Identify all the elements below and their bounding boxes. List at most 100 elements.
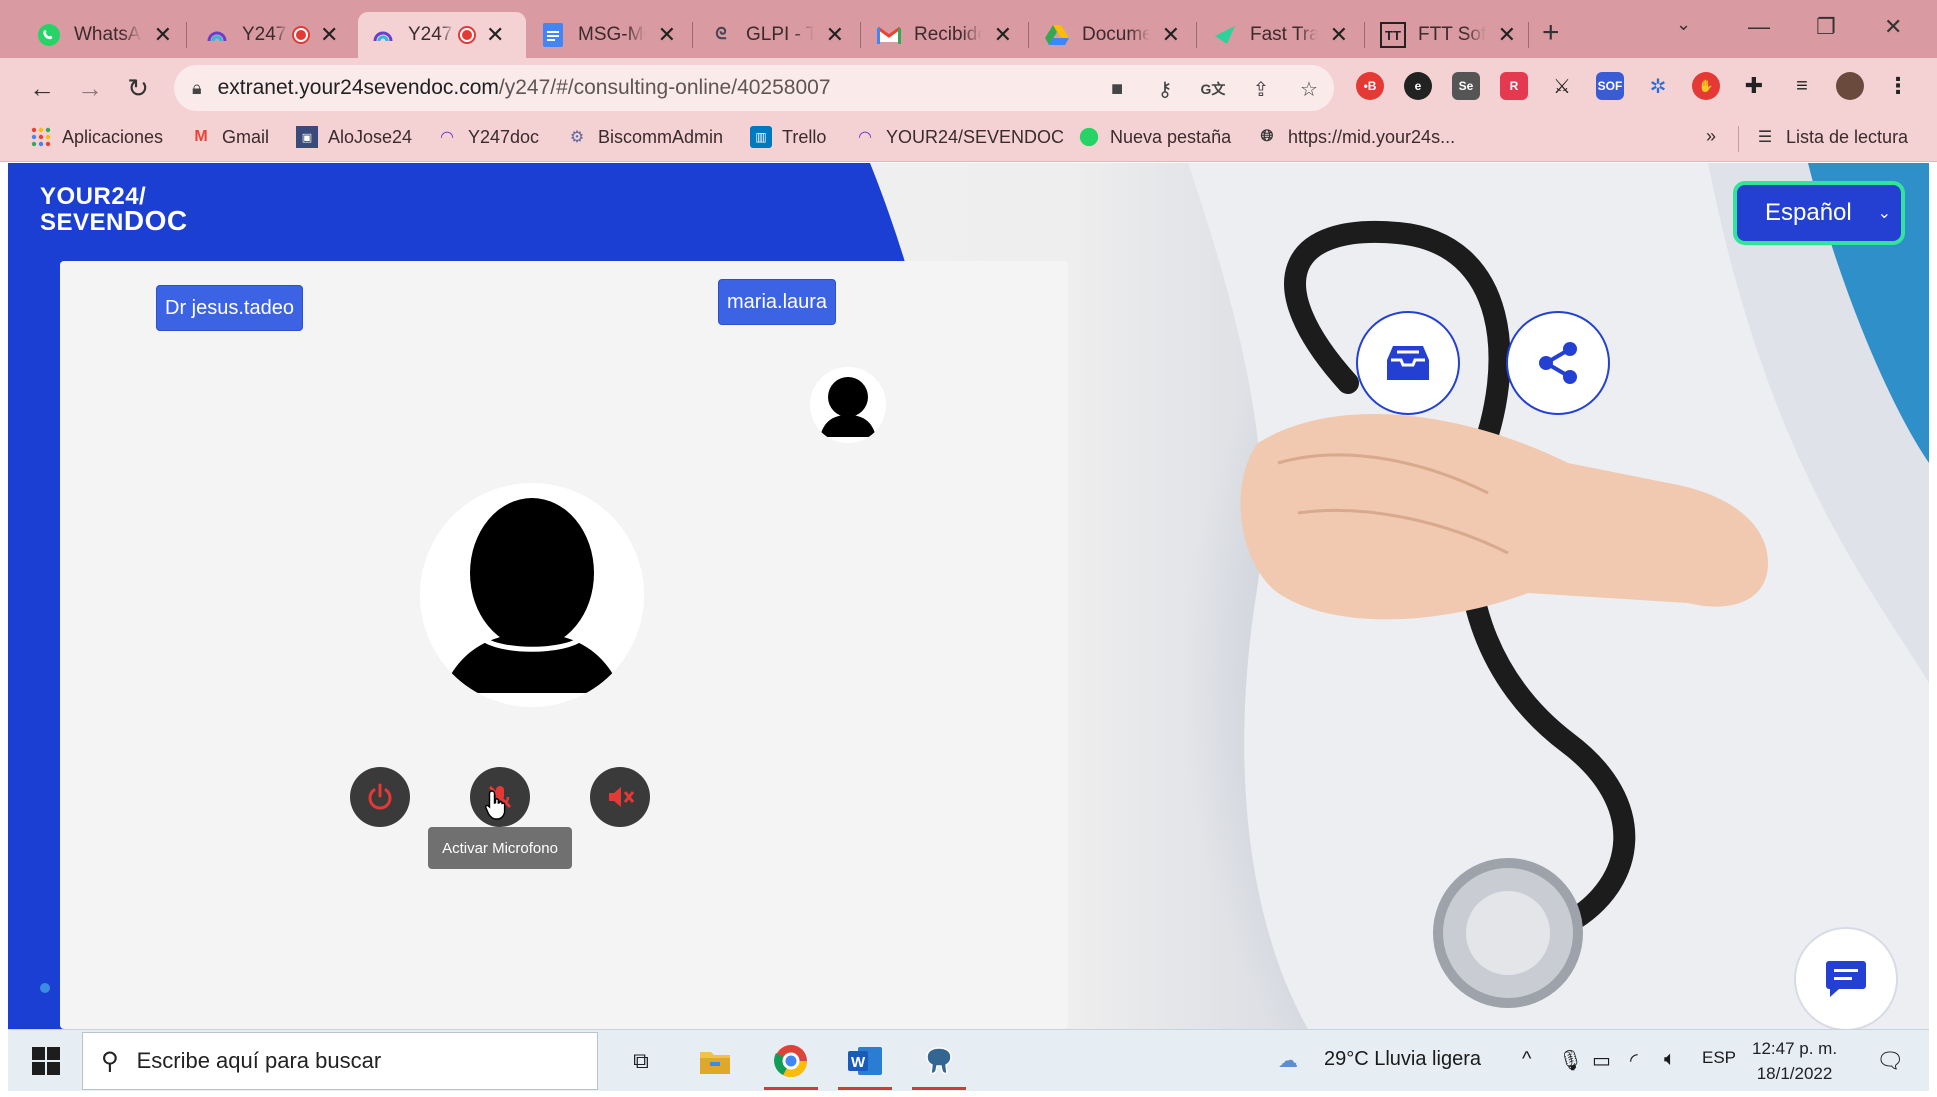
extension-icon[interactable]: e: [1404, 72, 1432, 100]
close-tab-icon[interactable]: ✕: [658, 22, 676, 48]
extension-icon[interactable]: •B: [1356, 72, 1384, 100]
reload-button[interactable]: ↻: [120, 70, 156, 106]
language-select[interactable]: Español ⌄: [1733, 181, 1905, 245]
patient-avatar: [810, 367, 886, 443]
share-icon[interactable]: ⇪: [1248, 76, 1274, 102]
bookmark-label: AloJose24: [328, 126, 413, 147]
end-call-button[interactable]: [350, 767, 410, 827]
weather-text[interactable]: 29°C Lluvia ligera: [1324, 1048, 1481, 1071]
tab-drive[interactable]: Documen ✕: [1032, 12, 1192, 58]
tab-glpi[interactable]: ᘓ GLPI - Ti ✕: [696, 12, 856, 58]
bookmark-y247doc[interactable]: ◠ Y247doc: [436, 126, 539, 148]
close-tab-icon[interactable]: ✕: [1498, 22, 1516, 48]
selenium-extension-icon[interactable]: Se: [1452, 72, 1480, 100]
show-hidden-icons-chevron-icon[interactable]: ^: [1522, 1048, 1531, 1071]
bookmark-nueva-pestana[interactable]: Nueva pestaña: [1078, 126, 1231, 148]
bookmark-biscommadmin[interactable]: ⚙ BiscommAdmin: [566, 126, 723, 148]
chrome-taskbar-icon[interactable]: [760, 1036, 822, 1090]
bookmark-trello[interactable]: ▥ Trello: [750, 126, 826, 148]
minimize-button[interactable]: —: [1748, 14, 1770, 40]
postgres-taskbar-icon[interactable]: [908, 1036, 970, 1090]
close-tab-icon[interactable]: ✕: [994, 22, 1012, 48]
volume-icon[interactable]: 🔈︎: [1664, 1048, 1676, 1071]
address-bar[interactable]: 🔒︎ extranet.your24sevendoc.com/y247/#/co…: [174, 65, 1334, 111]
tab-title: GLPI - Ti: [746, 24, 814, 45]
hand-cursor-icon: [484, 790, 506, 820]
notifications-icon[interactable]: 🗨︎: [1876, 1048, 1904, 1074]
tab-ftt[interactable]: TT FTT Softw ✕: [1368, 12, 1528, 58]
media-control-icon[interactable]: ≡: [1788, 72, 1816, 100]
your24sevendoc-logo[interactable]: YOUR24/ SEVENDOC: [40, 185, 188, 235]
bookmark-star-icon[interactable]: ☆: [1296, 76, 1322, 102]
docs-icon: [540, 22, 566, 48]
logo-line-2: SEVEN: [40, 209, 124, 236]
tab-gmail[interactable]: Recibido ✕: [864, 12, 1024, 58]
wifi-icon[interactable]: ◜: [1630, 1048, 1638, 1073]
close-tab-icon[interactable]: ✕: [1330, 22, 1348, 48]
tab-whatsapp[interactable]: WhatsApp ✕: [24, 12, 184, 58]
new-tab-button[interactable]: +: [1542, 16, 1560, 50]
bookmark-apps[interactable]: Aplicaciones: [30, 126, 163, 148]
tab-msg[interactable]: MSG-Me ✕: [528, 12, 688, 58]
bookmark-your24sevendoc[interactable]: ◠ YOUR24/SEVENDOC: [854, 126, 1064, 148]
y247-icon: ◠: [858, 129, 872, 146]
extensions-puzzle-icon[interactable]: ✚: [1740, 72, 1768, 100]
close-window-button[interactable]: ✕: [1884, 14, 1902, 40]
adblock-icon[interactable]: ✋: [1692, 72, 1720, 100]
extension-icon[interactable]: R: [1500, 72, 1528, 100]
extension-icon[interactable]: ✲: [1644, 72, 1672, 100]
close-tab-icon[interactable]: ✕: [486, 22, 504, 48]
bookmark-gmail[interactable]: M Gmail: [190, 126, 269, 148]
back-button[interactable]: ←: [24, 70, 60, 106]
word-taskbar-icon[interactable]: W: [834, 1036, 896, 1090]
bookmark-label: Trello: [782, 126, 827, 147]
patient-name-tag: maria.laura: [718, 279, 837, 325]
tab-y247-active[interactable]: Y247 ✕: [358, 12, 526, 58]
close-tab-icon[interactable]: ✕: [826, 22, 844, 48]
close-tab-icon[interactable]: ✕: [320, 22, 338, 48]
lock-icon[interactable]: 🔒︎: [192, 78, 202, 99]
tab-title: Fast Trac: [1250, 24, 1318, 45]
profile-avatar[interactable]: [1836, 72, 1864, 100]
extension-icon[interactable]: ⚔: [1548, 72, 1576, 100]
bookmark-mid-your24s[interactable]: 🌐︎ https://mid.your24s...: [1256, 126, 1455, 148]
toggle-speaker-button[interactable]: [590, 767, 650, 827]
battery-icon[interactable]: ▭: [1592, 1048, 1611, 1073]
restore-button[interactable]: ❐: [1816, 14, 1836, 40]
forward-button[interactable]: →: [72, 70, 108, 106]
taskbar-search-box[interactable]: ⚲ Escribe aquí para buscar: [82, 1032, 598, 1090]
tab-title: Documen: [1082, 24, 1150, 45]
gmail-icon: [876, 22, 902, 48]
tab-title: Y247: [242, 24, 287, 45]
tab-y247-1[interactable]: Y247 ✕: [192, 12, 352, 58]
archive-button[interactable]: [1356, 311, 1460, 415]
reading-list-button[interactable]: ☰ Lista de lectura: [1754, 126, 1908, 148]
gmail-icon: M: [194, 128, 208, 145]
more-bookmarks-button[interactable]: »: [1706, 126, 1716, 147]
close-tab-icon[interactable]: ✕: [1162, 22, 1180, 48]
menu-kebab-icon[interactable]: ⋮: [1884, 72, 1912, 100]
windows-start-icon[interactable]: [32, 1047, 60, 1075]
camera-icon[interactable]: ■: [1104, 76, 1130, 102]
url-path: /y247/#/consulting-online/40258007: [498, 76, 831, 99]
tab-search-icon[interactable]: ⌄: [1676, 14, 1691, 35]
sof-extension-icon[interactable]: SOF: [1596, 72, 1624, 100]
whatsapp-icon: [1078, 126, 1100, 148]
share-button[interactable]: [1506, 311, 1610, 415]
weather-icon[interactable]: ☁︎: [1278, 1048, 1298, 1073]
bookmark-alojose24[interactable]: ▣ AloJose24: [296, 126, 412, 148]
url-host: extranet.your24sevendoc.com: [217, 76, 499, 99]
chat-button[interactable]: [1794, 927, 1898, 1029]
tab-fasttrack[interactable]: Fast Trac ✕: [1200, 12, 1360, 58]
bookmark-label: Nueva pestaña: [1110, 126, 1232, 147]
video-call-panel: Dr jesus.tadeo maria.laura Activar Micro…: [60, 261, 1068, 1029]
file-explorer-icon[interactable]: [684, 1036, 746, 1086]
user-silhouette-icon: [820, 377, 876, 437]
key-icon[interactable]: ⚷: [1152, 76, 1178, 102]
clock[interactable]: 12:47 p. m. 18/1/2022: [1752, 1036, 1837, 1086]
translate-icon[interactable]: G文: [1200, 76, 1226, 102]
task-view-icon[interactable]: ⧉: [610, 1036, 672, 1086]
microphone-icon[interactable]: 🎙︎: [1558, 1048, 1583, 1073]
close-tab-icon[interactable]: ✕: [154, 22, 172, 48]
input-language[interactable]: ESP: [1702, 1048, 1736, 1068]
